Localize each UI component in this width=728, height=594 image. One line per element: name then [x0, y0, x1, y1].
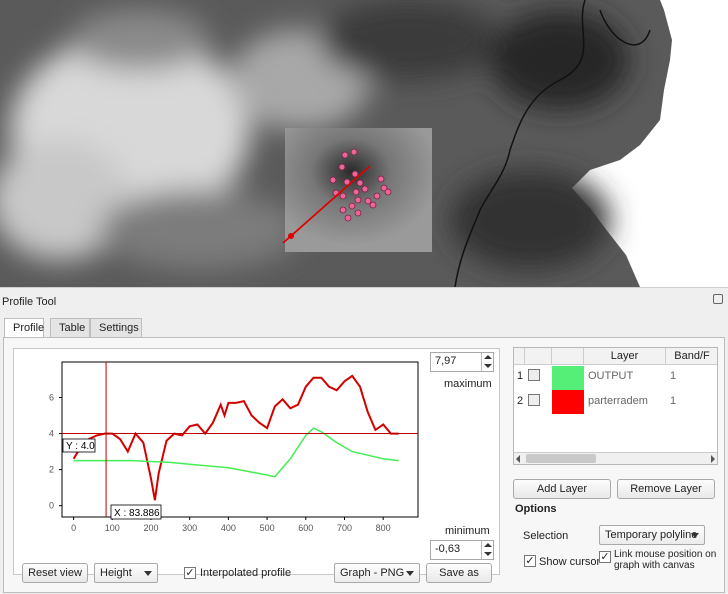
y-tick-label: 2 [49, 465, 54, 475]
cursor-y-label: Y : 4.0 [62, 438, 96, 453]
show-cursor-label: Show cursor [539, 556, 601, 568]
svg-text:X : 83.886: X : 83.886 [114, 508, 160, 519]
profile-graph[interactable]: 0 2 4 6 0 100 200 300 400 500 600 700 800 Y : 4.0 X… [13, 348, 500, 575]
x-tick-label: 500 [260, 523, 275, 533]
header-index [514, 348, 525, 365]
chevron-down-icon [406, 571, 414, 576]
header-visible [525, 348, 552, 365]
horizontal-scrollbar[interactable] [514, 452, 717, 464]
remove-layer-button[interactable]: Remove Layer [617, 479, 715, 499]
tab-profile[interactable]: Profile [4, 318, 44, 338]
row-index: 2 [517, 395, 524, 407]
layer-band: 1 [670, 395, 677, 407]
x-tick-label: 200 [143, 523, 158, 533]
scroll-thumb[interactable] [526, 454, 596, 463]
x-tick-label: 0 [71, 523, 76, 533]
header-color [552, 348, 584, 365]
spin-arrows-icon[interactable] [481, 353, 493, 371]
selection-value: Temporary polyline [605, 529, 698, 541]
link-mouse-checkbox[interactable]: ✓ [599, 551, 611, 563]
x-tick-label: 800 [376, 523, 391, 533]
layer-name: OUTPUT [588, 370, 634, 382]
tab-table[interactable]: Table [50, 318, 90, 337]
svg-text:Y : 4.0: Y : 4.0 [66, 441, 95, 452]
x-tick-label: 300 [182, 523, 197, 533]
x-tick-label: 600 [298, 523, 313, 533]
chevron-down-icon [691, 533, 699, 538]
add-layer-button[interactable]: Add Layer [513, 479, 611, 499]
layer-color-swatch[interactable] [552, 390, 584, 414]
min-value: -0,63 [435, 543, 461, 555]
profile-tab-panel: 0 2 4 6 0 100 200 300 400 500 600 700 800 Y : 4.0 X… [3, 337, 725, 593]
dock-title: Profile Tool [2, 296, 57, 308]
height-combo-value: Height [100, 567, 132, 579]
profile-cursor-marker [288, 233, 294, 239]
layer-name: parterradem [588, 395, 648, 407]
cursor-x-label: X : 83.886 [110, 504, 162, 520]
layer-visible-checkbox[interactable] [528, 369, 540, 381]
map-canvas[interactable] [0, 0, 728, 287]
plot-frame [61, 361, 419, 518]
min-spinbox[interactable]: -0,63 [430, 540, 494, 560]
y-tick-label: 6 [49, 393, 54, 403]
profile-tool-dock: Profile Tool Profile Table Settings 0 2 4 6… [0, 287, 728, 594]
selection-label: Selection [523, 530, 569, 542]
min-label: minimum [445, 525, 490, 537]
profile-chart[interactable]: 0 2 4 6 0 100 200 300 400 500 600 700 800 Y : 4.0 X… [14, 349, 499, 574]
show-cursor-checkbox[interactable]: ✓ [524, 555, 536, 567]
header-band: Band/F [666, 348, 717, 365]
reset-view-button[interactable]: Reset view [22, 563, 88, 583]
x-tick-label: 700 [337, 523, 352, 533]
layer-color-swatch[interactable] [552, 366, 584, 390]
x-tick-label: 100 [105, 523, 120, 533]
graph-format-value: Graph - PNG [340, 567, 405, 579]
chevron-down-icon [144, 571, 152, 576]
max-value: 7,97 [435, 355, 457, 367]
interpolated-label: Interpolated profile [200, 567, 292, 579]
link-mouse-label: Link mouse position on graph with canvas [614, 549, 717, 571]
max-label: maximum [444, 378, 492, 390]
height-combo[interactable]: Height [94, 563, 158, 583]
layer-band: 1 [670, 370, 677, 382]
float-icon[interactable] [713, 294, 723, 304]
tab-settings[interactable]: Settings [90, 318, 142, 337]
scroll-left-icon[interactable] [516, 455, 520, 463]
max-spinbox[interactable]: 7,97 [430, 352, 494, 372]
y-tick-label: 4 [49, 429, 54, 439]
layers-table[interactable]: Layer Band/F 1 OUTPUT 1 2 parterradem 1 [513, 347, 718, 465]
options-title: Options [515, 503, 557, 515]
scroll-right-icon[interactable] [711, 455, 715, 463]
graph-format-combo[interactable]: Graph - PNG [334, 563, 420, 583]
y-tick-label: 0 [49, 501, 54, 511]
header-layer: Layer [584, 348, 666, 365]
save-as-button[interactable]: Save as [426, 563, 492, 583]
x-tick-label: 400 [221, 523, 236, 533]
interpolated-checkbox[interactable]: ✓ [184, 567, 196, 579]
spin-arrows-icon[interactable] [481, 541, 493, 559]
row-index: 1 [517, 370, 524, 382]
layer-visible-checkbox[interactable] [528, 394, 540, 406]
raster-view [0, 0, 672, 287]
selection-combo[interactable]: Temporary polyline [599, 525, 705, 545]
